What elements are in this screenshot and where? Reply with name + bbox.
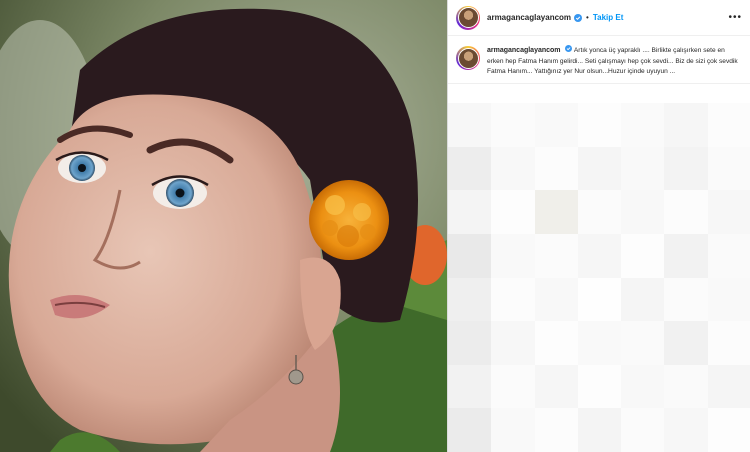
verified-badge-icon	[574, 13, 583, 22]
post-caption: armagancaglayancom Artık yonca üç yaprak…	[448, 36, 750, 85]
pixelated-comments-area	[448, 103, 750, 452]
more-options-icon[interactable]: •••	[728, 12, 742, 23]
follow-button[interactable]: Takip Et	[593, 13, 624, 22]
post-photo[interactable]	[0, 0, 447, 452]
caption-username[interactable]: armagancaglayancom	[487, 47, 561, 54]
caption-avatar[interactable]	[456, 46, 480, 70]
author-username[interactable]: armagancaglayancom	[487, 13, 571, 22]
header-separator: •	[586, 13, 589, 22]
caption-verified-badge-icon	[565, 45, 573, 52]
post-side-panel: armagancaglayancom • Takip Et ••• armaga…	[447, 0, 750, 452]
post-photo-illustration	[0, 0, 447, 452]
caption-body: armagancaglayancom Artık yonca üç yaprak…	[487, 45, 742, 77]
author-avatar[interactable]	[456, 5, 480, 30]
post-header: armagancaglayancom • Takip Et •••	[448, 0, 750, 36]
